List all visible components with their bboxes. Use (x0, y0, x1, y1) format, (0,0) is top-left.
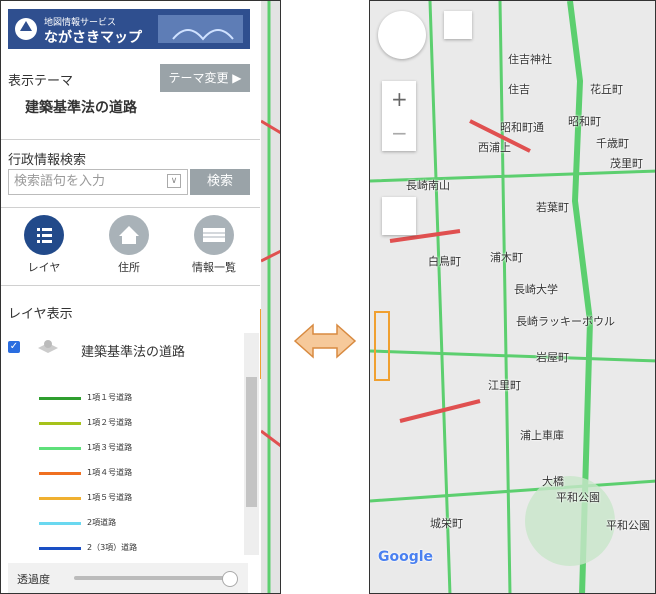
map-label: 浦上車庫 (520, 429, 564, 442)
nav-info-list-label[interactable]: 情報一覧 (184, 259, 244, 275)
map-label: 住吉 (508, 83, 530, 96)
legend-swatch (39, 422, 81, 425)
nav-layer-label[interactable]: レイヤ (14, 259, 74, 275)
panel-handle-outline[interactable] (374, 311, 390, 381)
map-label: 若葉町 (536, 201, 569, 214)
right-screenshot: + − 住吉神社 住吉 花丘町 昭和町通 昭和町 西浦上 千歳町 長崎南山 茂里… (369, 0, 656, 594)
map-label: 茂里町 (610, 157, 643, 170)
legend-swatch (39, 497, 81, 500)
map-label: 大橋 (542, 475, 564, 488)
zoom-control[interactable]: + − (382, 81, 416, 151)
opacity-slider-thumb[interactable] (222, 571, 238, 587)
map-label: 西浦上 (478, 141, 511, 154)
search-label: 行政情報検索 (8, 153, 87, 168)
zoom-out-icon[interactable]: − (391, 121, 408, 145)
divider (1, 139, 260, 140)
divider (1, 285, 260, 286)
legend-swatch (39, 522, 81, 525)
scrollbar-thumb[interactable] (246, 377, 257, 507)
nav-address-label[interactable]: 住所 (99, 259, 159, 275)
map-label: 住吉神社 (508, 53, 552, 66)
legend-label: 2項道路 (87, 518, 117, 527)
back-arrow-icon[interactable] (444, 11, 472, 39)
theme-change-button[interactable]: テーマ変更 ▶ (160, 64, 250, 92)
chevron-down-icon[interactable]: ∨ (167, 174, 181, 188)
legend-swatch (39, 447, 81, 450)
layer-title: レイヤ表示 (8, 307, 73, 322)
logo-title: ながさきマップ (44, 30, 142, 46)
legend-label: 1項５号道路 (87, 493, 133, 502)
layer-icon[interactable] (24, 215, 64, 255)
map-label: 城栄町 (430, 517, 463, 530)
layer-checkbox[interactable]: ✓ (8, 341, 20, 353)
google-logo: Google (378, 549, 434, 565)
map-label: 昭和町 (568, 115, 601, 128)
legend-scrollbar[interactable] (244, 333, 259, 555)
sidebar-panel: 地図情報サービス ながさきマップ 表示テーマ テーマ変更 ▶ 建築基準法の道路 … (1, 1, 260, 593)
opacity-slider[interactable] (74, 576, 234, 580)
map-layer-icon (37, 338, 59, 356)
map-label: 平和公園 (556, 491, 600, 504)
map-label: 千歳町 (596, 137, 629, 150)
pan-control[interactable] (378, 11, 426, 59)
map-label: 花丘町 (590, 83, 623, 96)
legend-label: 1項３号道路 (87, 443, 133, 452)
theme-name: 建築基準法の道路 (25, 100, 137, 116)
map-label: 長崎南山 (406, 179, 450, 192)
nagasaki-map-logo[interactable]: 地図情報サービス ながさきマップ (8, 9, 250, 49)
opacity-control: 透過度 (8, 563, 248, 593)
legend-swatch (39, 472, 81, 475)
map-label: 浦木町 (490, 251, 523, 264)
legend-label: 1項４号道路 (87, 468, 133, 477)
list-icon[interactable] (194, 215, 234, 255)
map-label: 長崎ラッキーボウル (516, 315, 615, 328)
pegman-icon[interactable] (382, 197, 416, 235)
opacity-label: 透過度 (17, 573, 50, 586)
map-label: 江里町 (488, 379, 521, 392)
theme-label: 表示テーマ (8, 74, 74, 89)
left-screenshot: 地図情報サービス ながさきマップ 表示テーマ テーマ変更 ▶ 建築基準法の道路 … (0, 0, 281, 594)
search-input[interactable]: 検索語句を入力 (8, 169, 188, 195)
map-label: 長崎大学 (514, 283, 558, 296)
legend-swatch (39, 547, 81, 550)
legend-label: 2（3項）道路 (87, 543, 138, 552)
map-label: 白鳥町 (428, 255, 461, 268)
divider (1, 207, 260, 208)
layer-name: 建築基準法の道路 (81, 345, 186, 360)
legend-label: 1項２号道路 (87, 418, 133, 427)
map-label: 平和公園 (606, 519, 650, 532)
map-label: 岩屋町 (536, 351, 569, 364)
home-icon[interactable] (109, 215, 149, 255)
map-strip (261, 1, 280, 593)
double-arrow-icon (293, 323, 357, 359)
search-button[interactable]: 検索 (190, 169, 250, 195)
legend-swatch (39, 397, 81, 400)
zoom-in-icon[interactable]: + (391, 87, 408, 111)
map-label: 昭和町通 (500, 121, 544, 134)
legend-label: 1項１号道路 (87, 393, 133, 402)
